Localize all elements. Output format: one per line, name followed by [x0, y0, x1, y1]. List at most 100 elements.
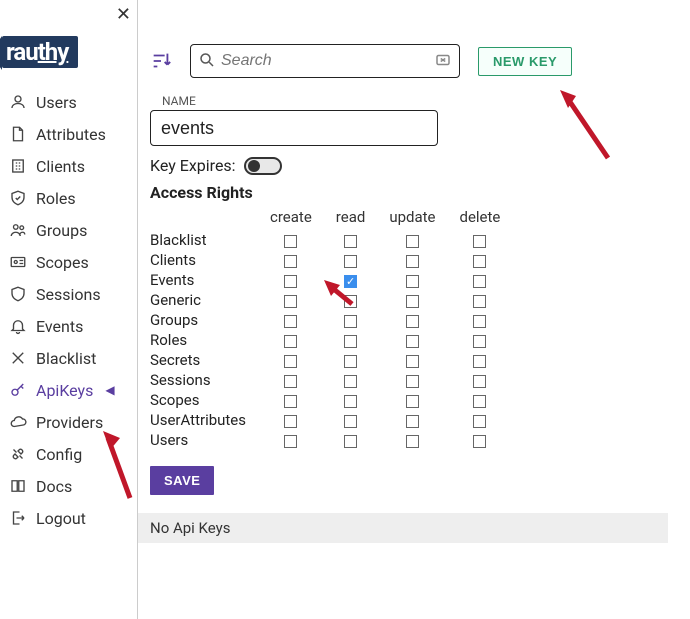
checkbox-clients-delete[interactable]: [473, 255, 486, 268]
checkbox-generic-create[interactable]: [284, 295, 297, 308]
checkbox-groups-delete[interactable]: [473, 315, 486, 328]
checkbox-userattributes-delete[interactable]: [473, 415, 486, 428]
sidebar-item-sessions[interactable]: Sessions: [6, 278, 131, 310]
checkbox-secrets-read[interactable]: [344, 355, 357, 368]
sidebar-item-providers[interactable]: Providers: [6, 406, 131, 438]
checkbox-groups-create[interactable]: [284, 315, 297, 328]
sidebar-item-label: Providers: [36, 413, 103, 432]
sidebar-item-attributes[interactable]: Attributes: [6, 118, 131, 150]
checkbox-events-update[interactable]: [406, 275, 419, 288]
rights-row-label: Groups: [150, 310, 258, 330]
checkbox-scopes-create[interactable]: [284, 395, 297, 408]
sidebar-item-blacklist[interactable]: Blacklist: [6, 342, 131, 374]
key-expires-toggle[interactable]: [244, 157, 282, 175]
rights-row: Clients: [150, 250, 512, 270]
checkbox-generic-update[interactable]: [406, 295, 419, 308]
checkbox-roles-update[interactable]: [406, 335, 419, 348]
checkbox-events-read[interactable]: [344, 275, 357, 288]
sort-icon[interactable]: [150, 50, 172, 72]
checkbox-users-update[interactable]: [406, 435, 419, 448]
sidebar-item-docs[interactable]: Docs: [6, 470, 131, 502]
checkbox-sessions-delete[interactable]: [473, 375, 486, 388]
sidebar-item-events[interactable]: Events: [6, 310, 131, 342]
sidebar-item-label: Events: [36, 317, 83, 336]
checkbox-events-create[interactable]: [284, 275, 297, 288]
checkbox-secrets-update[interactable]: [406, 355, 419, 368]
checkbox-clients-read[interactable]: [344, 255, 357, 268]
checkbox-scopes-delete[interactable]: [473, 395, 486, 408]
checkbox-userattributes-update[interactable]: [406, 415, 419, 428]
sidebar-item-label: Roles: [36, 189, 76, 208]
sidebar-item-clients[interactable]: Clients: [6, 150, 131, 182]
sidebar-item-config[interactable]: Config: [6, 438, 131, 470]
rights-row-label: Generic: [150, 290, 258, 310]
sidebar-item-logout[interactable]: Logout: [6, 502, 131, 534]
checkbox-secrets-create[interactable]: [284, 355, 297, 368]
sidebar-item-roles[interactable]: Roles: [6, 182, 131, 214]
sidebar-item-apikeys[interactable]: ApiKeys◀: [6, 374, 131, 406]
checkbox-blacklist-update[interactable]: [406, 235, 419, 248]
tools-icon: [8, 444, 28, 464]
search-input[interactable]: [190, 44, 460, 78]
checkbox-generic-delete[interactable]: [473, 295, 486, 308]
sidebar-item-groups[interactable]: Groups: [6, 214, 131, 246]
sidebar-item-label: Attributes: [36, 125, 106, 144]
checkbox-roles-create[interactable]: [284, 335, 297, 348]
clear-search-icon[interactable]: [434, 51, 452, 73]
sidebar-item-label: Sessions: [36, 285, 101, 304]
checkbox-blacklist-create[interactable]: [284, 235, 297, 248]
file-icon: [8, 124, 28, 144]
checkbox-users-create[interactable]: [284, 435, 297, 448]
rights-row-label: Events: [150, 270, 258, 290]
sidebar-item-users[interactable]: Users: [6, 86, 131, 118]
api-key-form: NAME Key Expires: Access Rights createre…: [150, 94, 690, 495]
column-header-create: create: [258, 206, 324, 230]
id-card-icon: [8, 252, 28, 272]
name-input[interactable]: [150, 110, 438, 146]
checkbox-generic-read[interactable]: [344, 295, 357, 308]
building-icon: [8, 156, 28, 176]
checkbox-blacklist-read[interactable]: [344, 235, 357, 248]
checkbox-secrets-delete[interactable]: [473, 355, 486, 368]
checkbox-clients-update[interactable]: [406, 255, 419, 268]
checkbox-users-read[interactable]: [344, 435, 357, 448]
column-header-read: read: [324, 206, 378, 230]
search-icon: [198, 51, 216, 73]
checkbox-sessions-create[interactable]: [284, 375, 297, 388]
checkbox-events-delete[interactable]: [473, 275, 486, 288]
toolbar: NEW KEY: [150, 44, 690, 78]
logout-icon: [8, 508, 28, 528]
sidebar-item-label: Scopes: [36, 253, 89, 272]
checkbox-blacklist-delete[interactable]: [473, 235, 486, 248]
shield-check-icon: [8, 188, 28, 208]
rights-row-label: Scopes: [150, 390, 258, 410]
book-icon: [8, 476, 28, 496]
rights-row: Events: [150, 270, 512, 290]
checkbox-sessions-update[interactable]: [406, 375, 419, 388]
checkbox-scopes-read[interactable]: [344, 395, 357, 408]
checkbox-users-delete[interactable]: [473, 435, 486, 448]
checkbox-sessions-read[interactable]: [344, 375, 357, 388]
checkbox-userattributes-create[interactable]: [284, 415, 297, 428]
save-button[interactable]: SAVE: [150, 466, 214, 495]
checkbox-groups-read[interactable]: [344, 315, 357, 328]
checkbox-scopes-update[interactable]: [406, 395, 419, 408]
close-icon[interactable]: ✕: [116, 4, 131, 25]
rights-row: Blacklist: [150, 230, 512, 250]
app-logo: rauthy: [2, 36, 135, 68]
checkbox-clients-create[interactable]: [284, 255, 297, 268]
sidebar: ✕ rauthy Users Attributes Clients Roles Grou…: [0, 0, 138, 619]
checkbox-groups-update[interactable]: [406, 315, 419, 328]
column-header-delete: delete: [448, 206, 513, 230]
new-key-button[interactable]: NEW KEY: [478, 47, 572, 76]
checkbox-userattributes-read[interactable]: [344, 415, 357, 428]
name-label: NAME: [162, 94, 690, 108]
sidebar-item-label: Docs: [36, 477, 72, 496]
checkbox-roles-read[interactable]: [344, 335, 357, 348]
users-icon: [8, 220, 28, 240]
checkbox-roles-delete[interactable]: [473, 335, 486, 348]
rights-row: Groups: [150, 310, 512, 330]
search-field: [190, 44, 460, 78]
sidebar-item-scopes[interactable]: Scopes: [6, 246, 131, 278]
sidebar-item-label: Blacklist: [36, 349, 96, 368]
